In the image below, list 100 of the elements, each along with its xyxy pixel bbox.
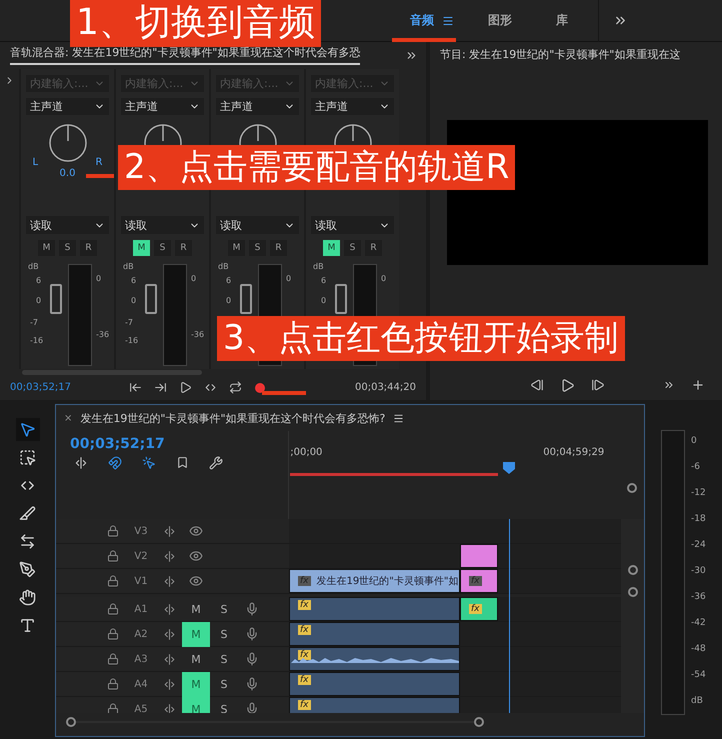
channel-toggle[interactable]: M: [228, 240, 245, 256]
scroll-handle[interactable]: [628, 587, 638, 597]
solo-button[interactable]: S: [210, 646, 238, 672]
scroll-handle[interactable]: [626, 483, 637, 493]
mute-button[interactable]: M: [182, 622, 210, 646]
fx-badge: fx: [298, 650, 310, 660]
end-timecode: 00;03;44;20: [354, 382, 416, 394]
linked-select-icon: [142, 456, 156, 470]
pan-knob[interactable]: [48, 123, 88, 164]
record-button[interactable]: [254, 382, 266, 394]
scroll-handle[interactable]: [628, 565, 638, 575]
panel-title[interactable]: 节目: 发生在19世纪的"卡灵顿事件"如果重现在这: [440, 47, 680, 65]
menu-icon[interactable]: [442, 14, 454, 26]
meter-scale-label: -30: [691, 566, 706, 576]
output-dropdown[interactable]: 主声道: [121, 98, 204, 116]
automation-dropdown[interactable]: 读取: [311, 216, 394, 234]
fader-handle[interactable]: [240, 284, 252, 314]
type-icon: [18, 617, 36, 634]
channel-toggle[interactable]: R: [270, 240, 287, 256]
pan-value: 0.0: [60, 168, 76, 180]
linked-clip[interactable]: fx: [460, 597, 498, 621]
pan-right-label: R: [96, 157, 102, 168]
meter-scale-label: dB: [691, 696, 703, 706]
pan-left-label: L: [32, 157, 38, 168]
annotation-label: 3、点击红色按钮开始录制: [217, 316, 625, 361]
lock-icon: [107, 628, 119, 640]
track-name: V3: [133, 526, 149, 536]
output-dropdown[interactable]: 主声道: [26, 98, 109, 116]
meter-scale-label: 0: [381, 274, 386, 283]
magnet-icon: [108, 456, 122, 470]
fader-scale-label: -7: [30, 318, 38, 327]
audio-clip[interactable]: fx: [289, 597, 460, 621]
mute-button[interactable]: M: [182, 596, 210, 622]
channel-toggle[interactable]: M: [38, 240, 55, 256]
audio-clip[interactable]: fx: [289, 672, 460, 696]
sequence-title[interactable]: 发生在19世纪的"卡灵顿事件"如果重现在这个时代会有多恐怖?: [80, 410, 386, 426]
meter-scale-label: -6: [691, 462, 700, 472]
pointer-tool[interactable]: [16, 418, 40, 441]
output-dropdown[interactable]: 主声道: [311, 98, 394, 116]
scroll-handle[interactable]: [66, 717, 76, 727]
fx-badge: fx: [298, 625, 310, 635]
fader-scale-label: dB: [123, 262, 134, 271]
fader-handle[interactable]: [50, 284, 62, 314]
solo-button[interactable]: S: [210, 596, 238, 622]
channel-toggle[interactable]: S: [59, 240, 76, 256]
current-timecode: 00;03;52;17: [10, 382, 72, 394]
meter-scale-label: -12: [691, 488, 706, 498]
workspace-tab[interactable]: 图形: [480, 8, 520, 33]
play-icon: [560, 378, 575, 392]
solo-button[interactable]: S: [210, 696, 238, 713]
channel-toggle[interactable]: R: [365, 240, 382, 256]
channel-toggle[interactable]: S: [344, 240, 361, 256]
graphic-clip[interactable]: [460, 544, 498, 568]
channel-toggle[interactable]: R: [175, 240, 192, 256]
pan-knob[interactable]: [142, 123, 182, 146]
lock-icon: [107, 575, 119, 587]
track-name: A3: [133, 654, 149, 664]
go-to-in-icon: [129, 381, 142, 394]
automation-dropdown[interactable]: 读取: [26, 216, 109, 234]
close-tab-icon[interactable]: ×: [64, 412, 72, 424]
channel-toggle[interactable]: M: [323, 240, 340, 256]
menu-icon[interactable]: [393, 412, 404, 424]
solo-button[interactable]: S: [210, 622, 238, 646]
ruler-time: 00;04;59;29: [543, 447, 604, 458]
pan-knob[interactable]: [332, 123, 372, 146]
eye-icon: [189, 524, 203, 538]
scroll-handle[interactable]: [474, 717, 484, 727]
workspace-tab[interactable]: 库: [548, 8, 576, 33]
mute-button[interactable]: M: [182, 672, 210, 696]
audio-clip[interactable]: fx: [289, 622, 460, 646]
track-output-icon: [162, 550, 176, 562]
solo-button[interactable]: S: [210, 672, 238, 696]
pan-knob[interactable]: [238, 123, 278, 146]
channel-toggle[interactable]: S: [249, 240, 266, 256]
mute-button[interactable]: M: [182, 696, 210, 713]
automation-dropdown[interactable]: 读取: [121, 216, 204, 234]
automation-dropdown[interactable]: 读取: [216, 216, 299, 234]
fx-badge: fx: [469, 604, 482, 614]
audio-clip[interactable]: fx: [289, 647, 460, 671]
channel-toggle[interactable]: M: [133, 240, 150, 256]
audio-clip[interactable]: fx: [289, 697, 460, 713]
fader-handle[interactable]: [335, 284, 347, 314]
playhead[interactable]: [503, 462, 516, 474]
fader-handle[interactable]: [145, 284, 157, 314]
fader-scale-label: 0: [226, 296, 232, 305]
channel-toggle[interactable]: R: [80, 240, 97, 256]
add-icon: [691, 378, 705, 392]
workspace-tab[interactable]: 音频: [402, 8, 442, 33]
scrollbar[interactable]: [22, 370, 202, 376]
fader-scale-label: dB: [313, 262, 324, 271]
fader-scale-label: 0: [321, 296, 326, 305]
output-dropdown[interactable]: 主声道: [216, 98, 299, 116]
channel-toggle[interactable]: S: [154, 240, 171, 256]
mute-button[interactable]: M: [182, 646, 210, 672]
meter-scale-label: -54: [691, 670, 706, 680]
play-icon: [179, 381, 192, 394]
loop-icon: [229, 381, 242, 394]
playhead-timecode[interactable]: 00;03;52;17: [70, 436, 288, 452]
dashed-box-arrow-icon: [18, 449, 36, 466]
lock-icon: [107, 678, 119, 690]
